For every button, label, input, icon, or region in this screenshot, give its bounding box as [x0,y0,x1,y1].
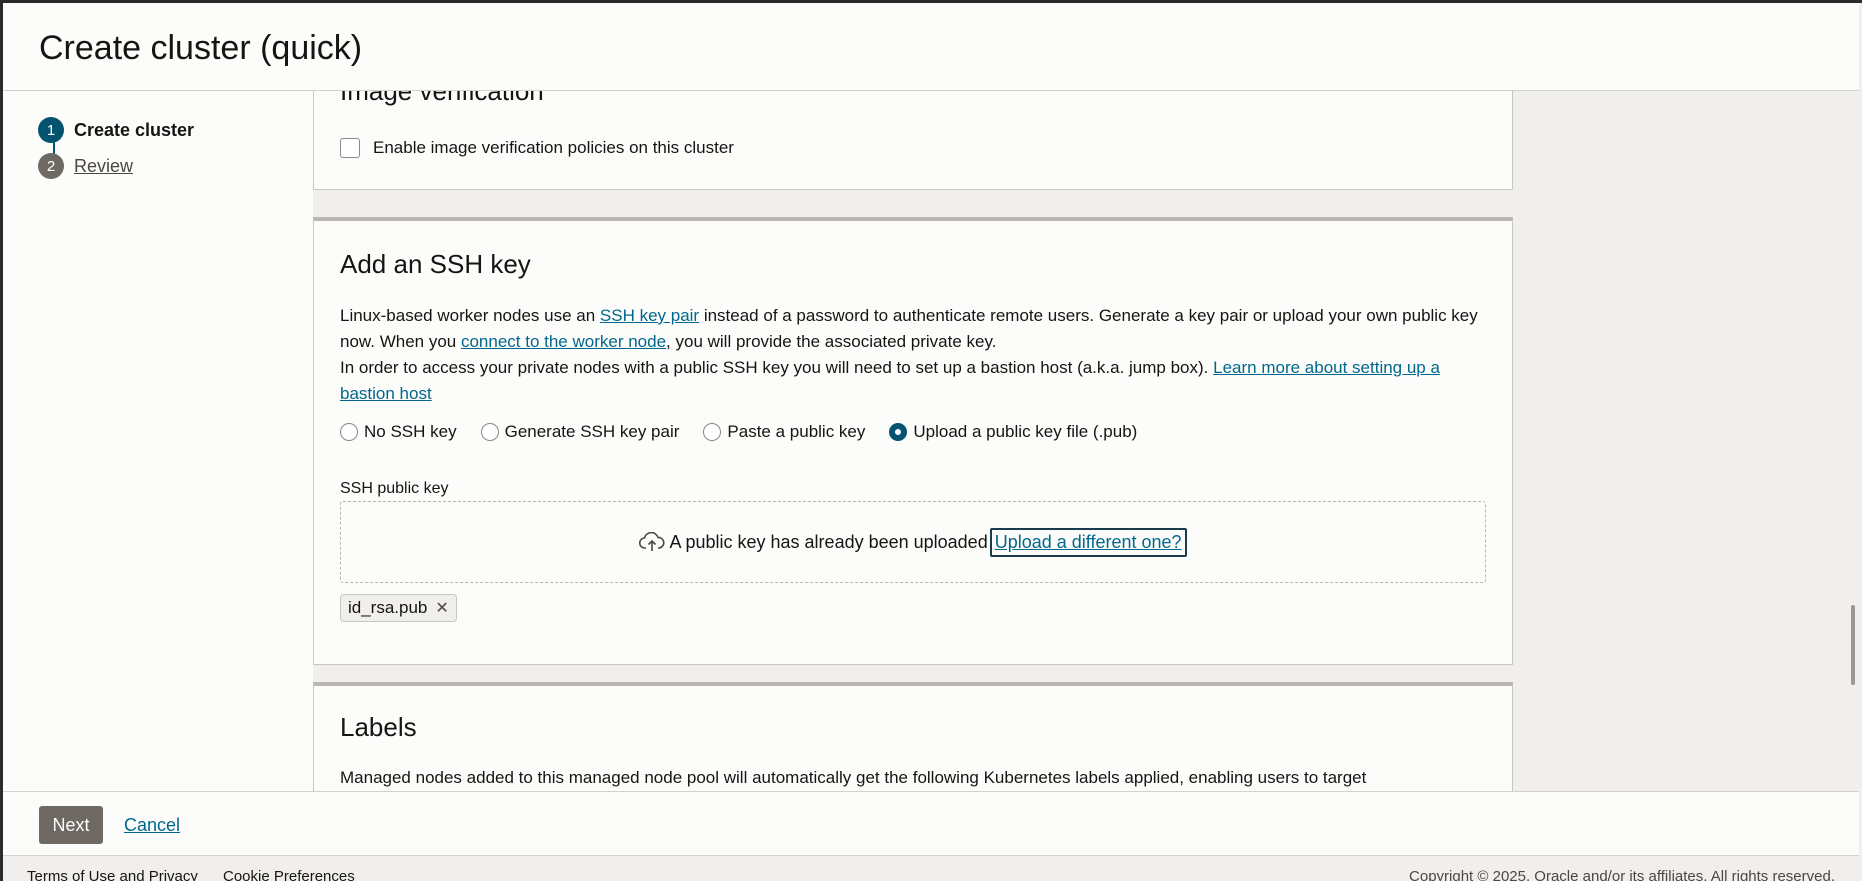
file-name: id_rsa.pub [348,598,428,617]
upload-status-text: A public key has already been uploaded [669,531,988,552]
radio-upload-public-key[interactable]: Upload a public key file (.pub) [889,422,1137,442]
image-verification-section: Image verification Enable image verifica… [313,91,1513,190]
radio-button-selected[interactable] [889,423,908,441]
text: , you will provide the associated privat… [666,332,997,351]
ssh-public-key-label: SSH public key [340,480,449,497]
text: Linux-based worker nodes use an [340,306,600,325]
ssh-key-section: Add an SSH key Linux-based worker nodes … [313,217,1513,665]
step-label: Create cluster [74,119,195,140]
ssh-key-dropzone[interactable]: A public key has already been uploaded U… [340,501,1486,583]
uploaded-file-chip: id_rsa.pub ✕ [340,594,457,622]
step-create-cluster[interactable]: 1 Create cluster [38,117,194,143]
image-verification-checkbox[interactable] [340,138,360,158]
step-review[interactable]: 2 Review [38,153,133,179]
step-label[interactable]: Review [74,156,133,177]
copyright-text: Copyright © 2025, Oracle and/or its affi… [1409,868,1835,881]
step-navigation [3,91,313,791]
labels-description: Managed nodes added to this managed node… [340,768,1367,787]
radio-generate-ssh-key[interactable]: Generate SSH key pair [480,422,680,442]
radio-label[interactable]: Upload a public key file (.pub) [913,422,1137,442]
page-title: Create cluster (quick) [39,29,363,67]
footer-actions: Next Cancel [3,791,1859,855]
terms-link[interactable]: Terms of Use and Privacy [27,868,198,881]
radio-button[interactable] [703,423,722,441]
connect-worker-node-link[interactable]: connect to the worker node [461,332,666,351]
text: In order to access your private nodes wi… [340,358,1214,377]
section-title: Add an SSH key [340,249,531,279]
image-verification-option[interactable]: Enable image verification policies on th… [340,138,734,158]
labels-section: Labels Managed nodes added to this manag… [313,682,1513,791]
ssh-description: Linux-based worker nodes use an SSH key … [340,303,1490,407]
cookie-preferences-link[interactable]: Cookie Preferences [223,868,355,881]
next-button[interactable]: Next [39,806,103,844]
radio-no-ssh-key[interactable]: No SSH key [340,422,457,442]
radio-label[interactable]: Generate SSH key pair [505,422,680,442]
ssh-key-pair-link[interactable]: SSH key pair [600,306,699,325]
radio-label[interactable]: No SSH key [364,422,457,442]
scrollbar[interactable] [1851,605,1855,685]
remove-file-icon[interactable]: ✕ [435,598,448,618]
main-content[interactable]: Image verification Enable image verifica… [313,91,1859,791]
radio-button[interactable] [340,423,358,441]
cloud-upload-icon [639,532,666,551]
step-number: 2 [38,153,64,179]
page-header: Create cluster (quick) [3,3,1859,91]
radio-button[interactable] [480,423,499,441]
section-title: Image verification [340,91,544,106]
page-footer: Terms of Use and Privacy Cookie Preferen… [3,855,1859,881]
upload-different-key-link[interactable]: Upload a different one? [989,527,1187,557]
ssh-option-group: No SSH key Generate SSH key pair Paste a… [340,422,1161,442]
cancel-link[interactable]: Cancel [124,815,180,836]
step-number: 1 [38,117,64,143]
radio-paste-public-key[interactable]: Paste a public key [703,422,865,442]
radio-label[interactable]: Paste a public key [727,422,865,442]
checkbox-label[interactable]: Enable image verification policies on th… [373,138,734,158]
section-title: Labels [340,712,417,742]
